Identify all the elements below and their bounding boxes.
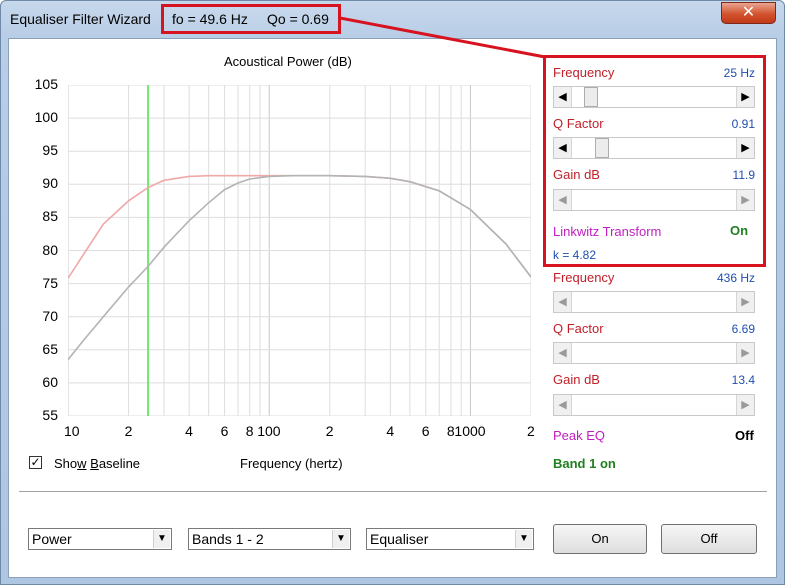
peak-eq-value[interactable]: Off: [735, 428, 754, 443]
response-plot: [68, 85, 531, 416]
show-baseline-text-a: Sho: [54, 456, 78, 471]
bands-select-value: Bands 1 - 2: [192, 531, 264, 547]
x-tick-label: 1000: [454, 423, 486, 439]
close-icon: ✕: [741, 4, 756, 21]
scroll-left-icon[interactable]: ◀: [554, 87, 572, 107]
on-button[interactable]: On: [553, 524, 647, 554]
scroll-left-icon[interactable]: ◀: [554, 343, 572, 363]
band1-q-thumb[interactable]: [594, 138, 609, 158]
band1-q-label: Q Factor: [553, 116, 604, 131]
chevron-down-icon[interactable]: ▼: [332, 530, 349, 548]
show-baseline-label[interactable]: Show Baseline: [54, 456, 140, 471]
scroll-left-icon[interactable]: ◀: [554, 395, 572, 415]
title-bar: Equaliser Filter Wizard fo = 49.6 Hz Qo …: [1, 1, 785, 37]
scroll-right-icon[interactable]: ▶: [736, 343, 754, 363]
band1-q-value: 0.91: [731, 117, 755, 131]
mode-select-value: Power: [32, 531, 72, 547]
x-tick-label: 2: [325, 423, 334, 439]
scroll-right-icon[interactable]: ▶: [736, 292, 754, 312]
checkmark-icon: ✓: [30, 455, 41, 469]
band2-q-label: Q Factor: [553, 321, 604, 336]
fo-readout: fo = 49.6 Hz: [172, 11, 248, 27]
show-baseline-text-d: B: [90, 456, 99, 471]
scroll-right-icon[interactable]: ▶: [736, 87, 754, 107]
linkwitz-transform-value[interactable]: On: [730, 223, 748, 238]
mode-select[interactable]: Power ▼: [28, 528, 172, 550]
k-readout: k = 4.82: [553, 248, 597, 262]
y-tick-label: 90: [42, 175, 58, 192]
band1-frequency-thumb[interactable]: [584, 87, 598, 107]
y-tick-label: 55: [42, 407, 58, 423]
band1-gain-label: Gain dB: [553, 167, 600, 182]
show-baseline-text-e: aseline: [98, 456, 141, 471]
band1-frequency-label: Frequency: [553, 65, 615, 80]
band2-q-value: 6.69: [731, 322, 755, 336]
band1-frequency-value: 25 Hz: [723, 66, 755, 80]
window-title: Equaliser Filter Wizard: [10, 11, 151, 27]
band1-gain-value: 11.9: [732, 168, 755, 182]
plot-title: Acoustical Power (dB): [224, 54, 352, 69]
band2-q-slider[interactable]: ◀ ▶: [553, 342, 755, 364]
off-button[interactable]: Off: [661, 524, 757, 554]
y-tick-label: 95: [42, 142, 58, 159]
separator: [19, 491, 767, 493]
band2-gain-label: Gain dB: [553, 372, 600, 387]
y-tick-label: 65: [42, 340, 58, 357]
filter-type-select-value: Equaliser: [370, 531, 429, 547]
y-tick-label: 70: [42, 307, 58, 324]
linkwitz-transform-label[interactable]: Linkwitz Transform: [553, 224, 661, 239]
scroll-right-icon[interactable]: ▶: [736, 395, 754, 415]
x-tick-label: 2: [527, 423, 535, 439]
band2-gain-value: 13.4: [731, 373, 755, 387]
y-tick-label: 75: [42, 274, 58, 291]
band2-frequency-value: 436 Hz: [716, 271, 755, 285]
x-tick-label: 6: [421, 423, 430, 439]
band2-gain-slider[interactable]: ◀ ▶: [553, 394, 755, 416]
y-tick-label: 105: [34, 76, 58, 92]
band1-frequency-slider[interactable]: ◀ ▶: [553, 86, 755, 108]
band1-gain-slider[interactable]: ◀ ▶: [553, 189, 755, 211]
y-tick-label: 60: [42, 373, 58, 390]
band-status: Band 1 on: [553, 456, 616, 471]
band2-frequency-slider[interactable]: ◀ ▶: [553, 291, 755, 313]
x-tick-label: 6: [220, 423, 229, 439]
x-tick-label: 4: [386, 423, 395, 439]
x-tick-label: 4: [185, 423, 193, 439]
x-tick-label: 8: [245, 423, 254, 439]
band2-frequency-label: Frequency: [553, 270, 615, 285]
y-tick-label: 100: [34, 109, 58, 126]
qo-readout: Qo = 0.69: [267, 11, 329, 27]
x-tick-label: 2: [124, 423, 133, 439]
band1-q-slider[interactable]: ◀ ▶: [553, 137, 755, 159]
y-tick-label: 85: [42, 208, 58, 225]
y-tick-label: 80: [42, 241, 58, 258]
x-tick-label: 100: [257, 423, 281, 439]
filter-type-select[interactable]: Equaliser ▼: [366, 528, 534, 550]
x-axis-label: Frequency (hertz): [240, 456, 343, 471]
close-button[interactable]: ✕: [721, 2, 776, 24]
bands-select[interactable]: Bands 1 - 2 ▼: [188, 528, 351, 550]
peak-eq-label[interactable]: Peak EQ: [553, 428, 605, 443]
chevron-down-icon[interactable]: ▼: [153, 530, 170, 548]
x-tick-label: 10: [64, 423, 80, 439]
scroll-left-icon[interactable]: ◀: [554, 292, 572, 312]
scroll-left-icon[interactable]: ◀: [554, 190, 572, 210]
scroll-left-icon[interactable]: ◀: [554, 138, 572, 158]
show-baseline-text-b: w: [77, 456, 87, 471]
scroll-right-icon[interactable]: ▶: [736, 138, 754, 158]
scroll-right-icon[interactable]: ▶: [736, 190, 754, 210]
show-baseline-checkbox[interactable]: ✓: [29, 456, 42, 469]
chevron-down-icon[interactable]: ▼: [515, 530, 532, 548]
